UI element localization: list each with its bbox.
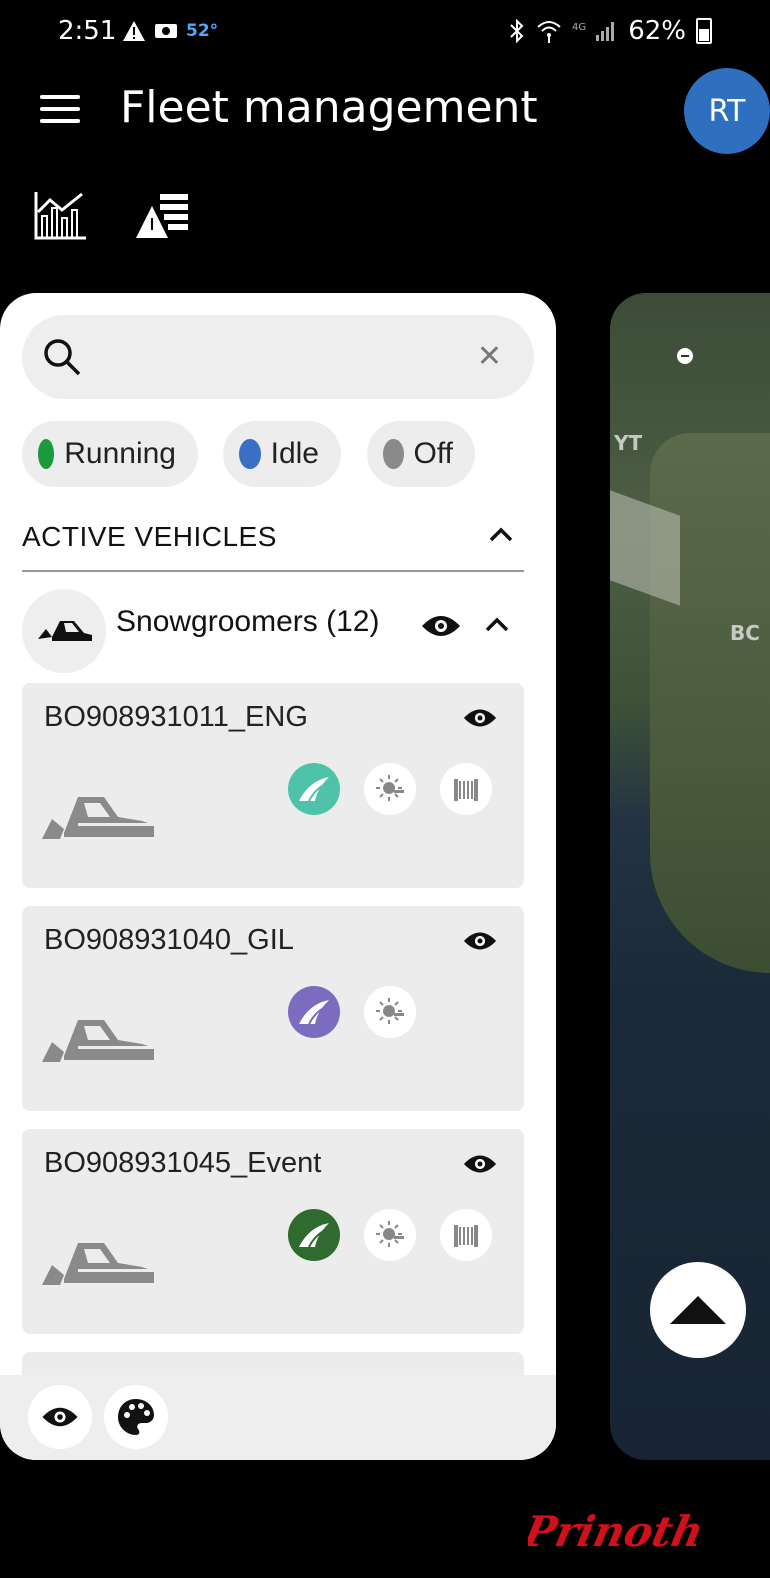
activity-badge: [288, 763, 340, 815]
eye-icon[interactable]: [462, 930, 498, 952]
filter-label: Running: [64, 437, 176, 470]
activity-badge: [288, 1209, 340, 1261]
signal-icon: 4G: [572, 22, 615, 41]
winch-icon: [454, 779, 478, 801]
sun-badge: [364, 1209, 416, 1261]
status-time: 2:51: [58, 16, 117, 46]
status-bar: 2:51 52° 4G 62%: [0, 0, 770, 72]
wifi-icon: [537, 21, 561, 43]
activity-badge: [288, 986, 340, 1038]
triangle-up-icon: [670, 1296, 726, 1324]
map-marker-icon[interactable]: [676, 347, 694, 365]
vehicle-panel: ✕ Running Idle Off ACTIVE VEHICLES Snowg…: [0, 293, 556, 1460]
slope-icon: [299, 1000, 329, 1025]
visibility-button[interactable]: [28, 1385, 92, 1449]
filter-running[interactable]: Running: [22, 421, 198, 487]
logo-text: Prinoth: [528, 1507, 708, 1556]
vehicle-card[interactable]: BO908931040_GIL: [22, 906, 524, 1111]
map-label: YT: [614, 431, 643, 455]
status-system: 4G 62%: [508, 16, 712, 46]
sun-badge: [364, 763, 416, 815]
eye-icon[interactable]: [462, 1153, 498, 1175]
hamburger-line: [40, 107, 80, 111]
bluetooth-icon: [510, 19, 524, 43]
slope-icon: [299, 1223, 329, 1248]
filter-label: Off: [413, 437, 453, 470]
vehicle-card[interactable]: BO908931045_Event: [22, 1129, 524, 1334]
expand-panel-button[interactable]: [650, 1262, 746, 1358]
section-title: ACTIVE VEHICLES: [22, 521, 277, 552]
search-icon: [44, 339, 81, 376]
battery-icon: [696, 18, 712, 44]
snowgroomer-icon: [42, 797, 154, 839]
sun-badge: [364, 986, 416, 1038]
status-dot-running: [38, 439, 55, 469]
palette-icon: [118, 1399, 154, 1435]
vehicle-name: BO908931045_Event: [44, 1147, 322, 1179]
alert-list-icon[interactable]: [134, 190, 192, 242]
panel-toolbar: [0, 1375, 556, 1460]
menu-button[interactable]: [40, 95, 80, 125]
status-notifications: 52°: [122, 20, 218, 42]
group-label: Snowgroomers (12): [116, 605, 380, 638]
clear-icon[interactable]: ✕: [477, 339, 502, 374]
weather-temp: 52°: [186, 21, 219, 41]
hamburger-line: [40, 119, 80, 123]
svg-text:4G: 4G: [572, 22, 586, 33]
slope-icon: [299, 777, 329, 802]
avatar[interactable]: RT: [684, 68, 770, 154]
battery-percent: 62%: [628, 16, 686, 46]
map-label: BC: [730, 621, 760, 645]
winch-icon: [454, 1225, 478, 1247]
chart-icon[interactable]: [32, 190, 88, 242]
vehicle-card[interactable]: BO908931011_ENG: [22, 683, 524, 888]
winch-badge: [440, 1209, 492, 1261]
eye-icon[interactable]: [462, 707, 498, 729]
vehicle-name: BO908931011_ENG: [44, 701, 308, 733]
vehicle-name: BO908931040_GIL: [44, 924, 294, 956]
prinoth-logo: Prinoth: [528, 1507, 708, 1556]
sun-icon: [376, 1221, 404, 1247]
snowgroomer-icon: [42, 1020, 154, 1062]
warning-icon: [123, 21, 145, 41]
chevron-up-icon[interactable]: [484, 615, 510, 633]
sun-icon: [376, 775, 404, 801]
page-title: Fleet management: [120, 82, 538, 133]
winch-badge: [440, 763, 492, 815]
eye-icon: [42, 1407, 78, 1427]
snowgroomer-group-icon: [22, 589, 106, 673]
eye-icon[interactable]: [420, 613, 462, 639]
chevron-up-icon[interactable]: [488, 525, 514, 543]
sun-icon: [376, 998, 404, 1024]
search-box[interactable]: ✕: [22, 315, 534, 399]
snowgroomer-icon: [42, 1243, 154, 1285]
status-dot-idle: [239, 439, 261, 469]
filter-idle[interactable]: Idle: [223, 421, 341, 487]
status-dot-off: [383, 439, 404, 469]
filter-off[interactable]: Off: [367, 421, 475, 487]
camera-icon: [155, 24, 177, 38]
palette-button[interactable]: [104, 1385, 168, 1449]
divider: [22, 570, 524, 572]
hamburger-icon: [40, 95, 80, 99]
filter-label: Idle: [270, 437, 319, 470]
